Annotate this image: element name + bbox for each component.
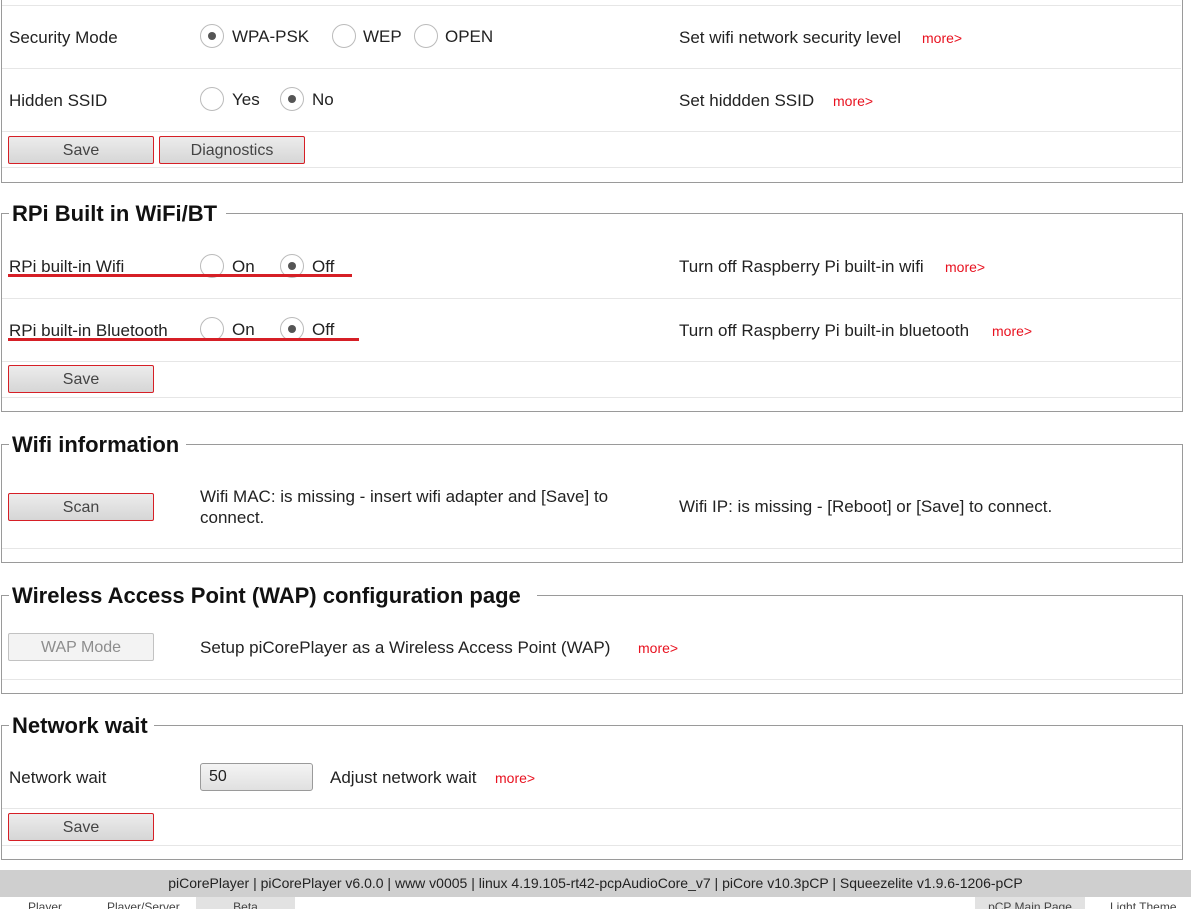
network-wait-section	[1, 725, 1183, 860]
rpi-save-button[interactable]: Save	[8, 365, 154, 393]
hidden-ssid-help-text: Set hiddden SSID	[679, 91, 815, 110]
rpi-builtin-title: RPi Built in WiFi/BT	[12, 201, 218, 226]
security-wpa-psk-radio[interactable]	[200, 24, 224, 48]
row-separator	[2, 68, 1181, 69]
fieldset-border	[154, 725, 1183, 726]
rpi-bluetooth-off-label: Off	[312, 320, 335, 339]
rpi-wifi-annotation-underline	[8, 274, 352, 277]
rpi-bluetooth-help-text: Turn off Raspberry Pi built-in bluetooth	[679, 321, 970, 340]
row-separator	[2, 548, 1181, 549]
network-wait-label: Network wait	[9, 768, 107, 787]
network-wait-save-button[interactable]: Save	[8, 813, 154, 841]
row-separator	[2, 679, 1181, 680]
rpi-bluetooth-more-link[interactable]: more>	[992, 323, 1032, 339]
tab-player[interactable]: Player	[28, 897, 62, 909]
security-mode-label: Security Mode	[9, 28, 118, 47]
wap-more-link[interactable]: more>	[638, 640, 678, 656]
security-help-text: Set wifi network security level	[679, 28, 902, 47]
rpi-builtin-section	[1, 213, 1183, 412]
security-wpa-psk-label: WPA-PSK	[232, 27, 310, 46]
row-separator	[2, 397, 1181, 398]
row-separator	[2, 298, 1181, 299]
security-open-label: OPEN	[445, 27, 494, 46]
fieldset-border	[1, 725, 9, 726]
fieldset-border	[1, 444, 9, 445]
security-open-radio[interactable]	[414, 24, 438, 48]
hidden-ssid-more-link[interactable]: more>	[833, 93, 873, 109]
row-separator	[2, 808, 1181, 809]
wifi-ip-status: Wifi IP: is missing - [Reboot] or [Save]…	[679, 497, 1053, 516]
wifi-information-title: Wifi information	[12, 432, 180, 457]
fieldset-border	[537, 595, 1183, 596]
wap-title: Wireless Access Point (WAP) configuratio…	[12, 583, 521, 608]
scan-button[interactable]: Scan	[8, 493, 154, 521]
rpi-bluetooth-annotation-underline	[8, 338, 359, 341]
rpi-bluetooth-on-label: On	[232, 320, 255, 339]
fieldset-border	[226, 213, 1183, 214]
tab-light-theme[interactable]: Light Theme	[1110, 897, 1177, 909]
fieldset-border	[1, 595, 9, 596]
row-separator	[2, 845, 1181, 846]
wap-help-text: Setup piCorePlayer as a Wireless Access …	[200, 638, 611, 657]
hidden-ssid-yes-radio[interactable]	[200, 87, 224, 111]
fieldset-border	[186, 444, 1183, 445]
row-separator	[2, 131, 1181, 132]
security-wep-label: WEP	[363, 27, 402, 46]
bottom-tab-bar: Player Player/Server Beta pCP Main Page …	[0, 897, 1191, 909]
row-separator	[2, 361, 1181, 362]
tab-beta[interactable]: Beta	[196, 897, 295, 909]
hidden-ssid-yes-label: Yes	[232, 90, 260, 109]
tab-pcp-main-page[interactable]: pCP Main Page	[975, 897, 1085, 909]
version-footer: piCorePlayer | piCorePlayer v6.0.0 | www…	[0, 870, 1191, 897]
hidden-ssid-no-label: No	[312, 90, 334, 109]
fieldset-border	[1, 213, 9, 214]
network-wait-input[interactable]	[200, 763, 313, 791]
network-wait-more-link[interactable]: more>	[495, 770, 535, 786]
row-separator	[2, 167, 1181, 168]
security-wep-radio[interactable]	[332, 24, 356, 48]
wap-mode-button[interactable]: WAP Mode	[8, 633, 154, 661]
network-wait-help-text: Adjust network wait	[330, 768, 477, 787]
wifi-save-button[interactable]: Save	[8, 136, 154, 164]
hidden-ssid-label: Hidden SSID	[9, 91, 108, 110]
security-more-link[interactable]: more>	[922, 30, 962, 46]
wifi-mac-status-line1: Wifi MAC: is missing - insert wifi adapt…	[200, 487, 609, 506]
diagnostics-button[interactable]: Diagnostics	[159, 136, 305, 164]
wifi-mac-status-line2: connect.	[200, 508, 265, 527]
rpi-wifi-more-link[interactable]: more>	[945, 259, 985, 275]
rpi-wifi-help-text: Turn off Raspberry Pi built-in wifi	[679, 257, 924, 276]
tab-player-server[interactable]: Player/Server	[107, 897, 180, 909]
hidden-ssid-no-radio[interactable]	[280, 87, 304, 111]
network-wait-title: Network wait	[12, 713, 148, 738]
row-separator	[2, 5, 1181, 6]
